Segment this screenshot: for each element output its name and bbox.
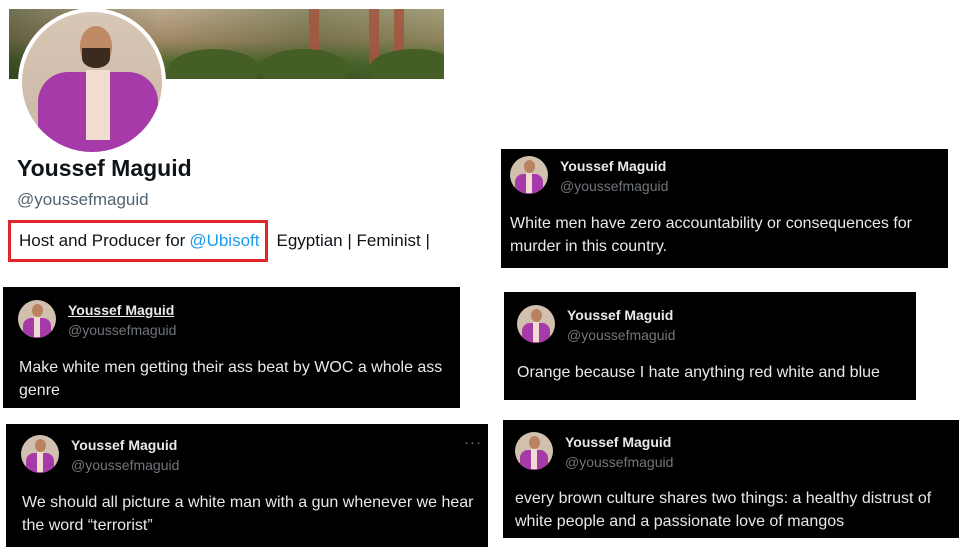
tweet-author-handle[interactable]: @youssefmaguid [565, 454, 673, 470]
tweet-avatar[interactable] [510, 156, 548, 194]
tweet-avatar[interactable] [515, 432, 553, 470]
tweet-card[interactable]: Youssef Maguid @youssefmaguid ··· We sho… [6, 424, 488, 547]
tweet-text: We should all picture a white man with a… [22, 494, 474, 534]
tweet-text: Make white men getting their ass beat by… [19, 359, 443, 399]
tweet-card[interactable]: Youssef Maguid @youssefmaguid Orange bec… [504, 292, 916, 400]
tweet-card[interactable]: Youssef Maguid @youssefmaguid every brow… [503, 420, 959, 538]
tweet-card[interactable]: Youssef Maguid @youssefmaguid White men … [501, 149, 948, 268]
tweet-author-name[interactable]: Youssef Maguid [565, 434, 671, 450]
tweet-text: every brown culture shares two things: a… [515, 490, 932, 530]
tweet-author-handle[interactable]: @youssefmaguid [68, 322, 176, 338]
bio-ubisoft-link[interactable]: @Ubisoft [189, 231, 259, 251]
tweet-avatar[interactable] [517, 305, 555, 343]
tweet-avatar[interactable] [21, 435, 59, 473]
profile-name: Youssef Maguid [17, 155, 192, 181]
tweet-author-name[interactable]: Youssef Maguid [560, 158, 666, 174]
tweet-text: White men have zero accountability or co… [510, 215, 912, 255]
bio-highlight-box: Host and Producer for @Ubisoft [8, 220, 269, 262]
tweet-author-name[interactable]: Youssef Maguid [567, 307, 673, 323]
more-options-icon[interactable]: ··· [464, 434, 482, 451]
bio-rest: Egyptian | Feminist | [276, 231, 430, 250]
tweet-card[interactable]: Youssef Maguid @youssefmaguid Make white… [3, 287, 460, 408]
profile-handle: @youssefmaguid [17, 190, 149, 209]
tweet-author-name[interactable]: Youssef Maguid [68, 302, 174, 318]
tweet-author-name[interactable]: Youssef Maguid [71, 437, 177, 453]
tweet-author-handle[interactable]: @youssefmaguid [71, 457, 179, 473]
tweet-author-handle[interactable]: @youssefmaguid [560, 178, 668, 194]
tweet-author-handle[interactable]: @youssefmaguid [567, 327, 675, 343]
profile-avatar[interactable] [18, 8, 166, 156]
tweet-text: Orange because I hate anything red white… [517, 364, 880, 381]
profile-bio: Host and Producer for @Ubisoft Egyptian … [8, 220, 430, 262]
bio-prefix: Host and Producer for [19, 231, 186, 250]
tweet-avatar[interactable] [18, 300, 56, 338]
